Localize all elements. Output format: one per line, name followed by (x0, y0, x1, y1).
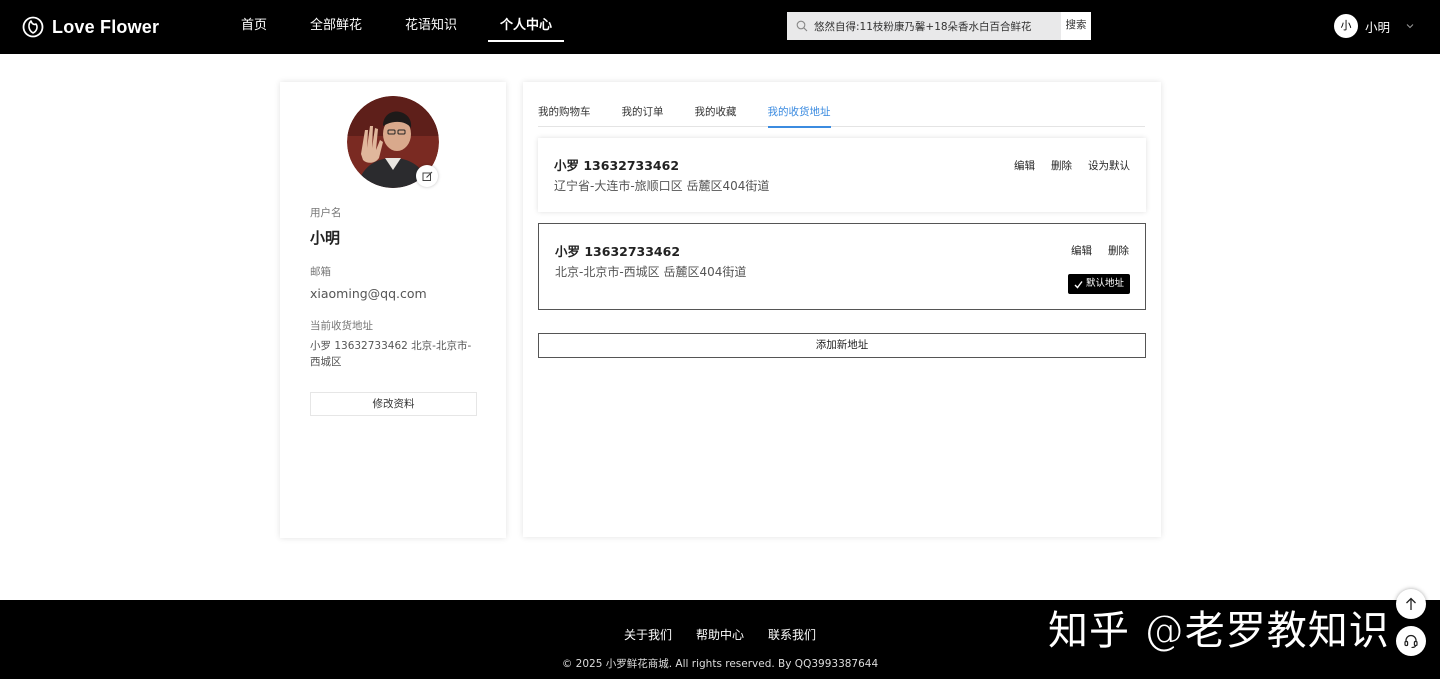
current-address-value: 小罗 13632733462 北京-北京市-西城区 (310, 340, 472, 368)
nav-item-home[interactable]: 首页 (229, 0, 279, 54)
address-card-default: 小罗 13632733462 北京-北京市-西城区 岳麓区404街道 编辑 删除… (538, 223, 1146, 310)
edit-address-button[interactable]: 编辑 (1014, 158, 1035, 173)
footer-links: 关于我们 帮助中心 联系我们 (0, 626, 1440, 643)
tab-favorites[interactable]: 我的收藏 (695, 98, 737, 127)
address-contact: 小罗 13632733462 (555, 244, 681, 259)
search-icon (796, 20, 808, 32)
back-to-top-button[interactable] (1396, 589, 1426, 619)
username-value: 小明 (310, 229, 341, 247)
top-nav-bar: Love Flower 首页 全部鲜花 花语知识 个人中心 搜索 小 小明 (0, 0, 1440, 54)
set-default-button[interactable]: 设为默认 (1088, 158, 1130, 173)
user-menu[interactable]: 小 小明 (1334, 13, 1415, 39)
tab-orders[interactable]: 我的订单 (622, 98, 664, 127)
arrow-up-icon (1406, 597, 1416, 610)
tab-cart[interactable]: 我的购物车 (538, 98, 591, 127)
nav-item-all-flowers[interactable]: 全部鲜花 (298, 0, 374, 54)
copyright-text: © 2025 小罗鲜花商城. All rights reserved. By Q… (561, 658, 879, 670)
edit-address-button[interactable]: 编辑 (1071, 243, 1092, 258)
default-address-badge: 默认地址 (1067, 274, 1130, 294)
user-avatar: 小 (1334, 14, 1358, 38)
footer-link-help[interactable]: 帮助中心 (696, 626, 744, 643)
search-bar: 搜索 (787, 12, 1091, 40)
search-input[interactable] (814, 20, 1054, 32)
delete-address-button[interactable]: 删除 (1108, 243, 1129, 258)
tab-addresses[interactable]: 我的收货地址 (767, 98, 831, 128)
nav-item-personal-center[interactable]: 个人中心 (488, 0, 565, 54)
delete-address-button[interactable]: 删除 (1051, 158, 1072, 173)
site-footer: 知乎 @老罗教知识 关于我们 帮助中心 联系我们 © 2025 小罗鲜花商城. … (0, 600, 1440, 679)
email-label: 邮箱 (310, 266, 331, 278)
address-panel: 我的购物车 我的订单 我的收藏 我的收货地址 小罗 13632733462 辽宁… (523, 82, 1161, 537)
brand-name: Love Flower (52, 16, 160, 37)
address-contact: 小罗 13632733462 (554, 158, 680, 173)
footer-link-about[interactable]: 关于我们 (624, 626, 672, 643)
search-button[interactable]: 搜索 (1061, 12, 1091, 40)
profile-avatar-wrap (347, 96, 439, 188)
flower-logo-icon (22, 16, 44, 38)
footer-link-contact[interactable]: 联系我们 (768, 626, 816, 643)
address-actions: 编辑 删除 设为默认 (1014, 158, 1130, 173)
brand-logo[interactable]: Love Flower (22, 14, 159, 40)
address-text: 辽宁省-大连市-旅顺口区 岳麓区404街道 (554, 179, 770, 193)
edit-profile-button[interactable]: 修改资料 (310, 392, 477, 416)
search-box (787, 12, 1061, 40)
chevron-down-icon (1406, 24, 1414, 29)
avatar-edit-button[interactable] (416, 165, 438, 187)
current-address-label: 当前收货地址 (310, 320, 373, 332)
main-nav: 首页 全部鲜花 花语知识 个人中心 (229, 0, 583, 54)
default-address-label: 默认地址 (1085, 278, 1124, 289)
address-card: 小罗 13632733462 辽宁省-大连市-旅顺口区 岳麓区404街道 编辑 … (538, 138, 1146, 212)
username-label: 用户名 (310, 207, 342, 219)
email-value: xiaoming@qq.com (310, 286, 427, 301)
headset-icon (1404, 634, 1418, 649)
account-tabs: 我的购物车 我的订单 我的收藏 我的收货地址 (538, 98, 1145, 128)
customer-support-button[interactable] (1396, 626, 1426, 656)
add-address-button[interactable]: 添加新地址 (538, 333, 1146, 358)
nav-item-flower-language[interactable]: 花语知识 (393, 0, 469, 54)
user-name: 小明 (1365, 19, 1391, 35)
address-actions: 编辑 删除 (1071, 243, 1129, 258)
profile-card: 用户名 小明 邮箱 xiaoming@qq.com 当前收货地址 小罗 1363… (280, 82, 506, 538)
check-icon (1074, 280, 1083, 289)
address-text: 北京-北京市-西城区 岳麓区404街道 (555, 265, 747, 279)
edit-icon (422, 171, 432, 181)
